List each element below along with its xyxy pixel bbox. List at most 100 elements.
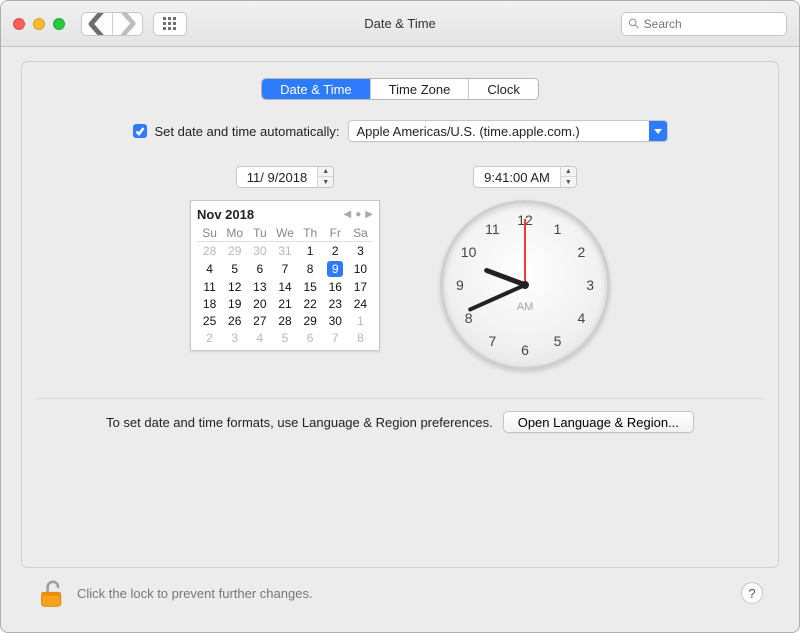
grid-icon	[162, 16, 178, 32]
chevron-right-icon	[113, 12, 142, 36]
date-step-up[interactable]: ▲	[318, 167, 333, 177]
calendar-day[interactable]: 11	[197, 278, 222, 295]
calendar-day[interactable]: 2	[197, 329, 222, 346]
search-field[interactable]	[621, 12, 787, 36]
help-button[interactable]: ?	[741, 582, 763, 604]
close-window-button[interactable]	[13, 18, 25, 30]
show-all-prefs-button[interactable]	[153, 12, 187, 36]
minimize-window-button[interactable]	[33, 18, 45, 30]
forward-button[interactable]	[112, 13, 142, 35]
date-column: 11/ 9/2018 ▲ ▼ Nov 2018 ◀ ● ▶	[190, 166, 380, 351]
calendar-day[interactable]: 12	[222, 278, 247, 295]
time-step-down[interactable]: ▼	[561, 177, 576, 187]
time-stepper: ▲ ▼	[560, 167, 576, 187]
tab-group: Date & Time Time Zone Clock	[56, 78, 744, 100]
calendar-weekday: Mo	[222, 225, 247, 242]
calendar-day[interactable]: 8	[298, 259, 323, 278]
clock-number: 7	[489, 333, 497, 349]
calendar-day[interactable]: 17	[348, 278, 373, 295]
date-field[interactable]: 11/ 9/2018 ▲ ▼	[236, 166, 334, 188]
calendar-day[interactable]: 26	[222, 312, 247, 329]
time-field[interactable]: 9:41:00 AM ▲ ▼	[473, 166, 577, 188]
calendar-day[interactable]: 25	[197, 312, 222, 329]
calendar-day[interactable]: 29	[222, 242, 247, 260]
footer-bar: Click the lock to prevent further change…	[21, 568, 779, 622]
open-language-region-button[interactable]: Open Language & Region...	[503, 411, 694, 433]
search-input[interactable]	[644, 17, 780, 31]
auto-set-row: Set date and time automatically: Apple A…	[56, 120, 744, 142]
calendar-day[interactable]: 5	[272, 329, 297, 346]
calendar-prev-month[interactable]: ◀	[344, 209, 352, 220]
tab-clock[interactable]: Clock	[468, 79, 538, 99]
calendar-day[interactable]: 6	[298, 329, 323, 346]
time-server-select[interactable]: Apple Americas/U.S. (time.apple.com.)	[348, 120, 668, 142]
calendar-day[interactable]: 15	[298, 278, 323, 295]
time-column: 9:41:00 AM ▲ ▼ 121234567891011 AM	[440, 166, 610, 370]
calendar-day[interactable]: 13	[247, 278, 272, 295]
calendar-day[interactable]: 27	[247, 312, 272, 329]
clock-number: 8	[465, 310, 473, 326]
calendar-day[interactable]: 3	[222, 329, 247, 346]
date-stepper: ▲ ▼	[317, 167, 333, 187]
calendar-day[interactable]: 30	[323, 312, 348, 329]
clock-number: 3	[586, 277, 594, 293]
back-button[interactable]	[82, 13, 112, 35]
date-time-columns: 11/ 9/2018 ▲ ▼ Nov 2018 ◀ ● ▶	[56, 166, 744, 370]
calendar-day[interactable]: 9	[323, 259, 348, 278]
auto-set-checkbox[interactable]	[133, 124, 147, 138]
tab-date-time[interactable]: Date & Time	[262, 79, 370, 99]
calendar-day[interactable]: 30	[247, 242, 272, 260]
time-server-value: Apple Americas/U.S. (time.apple.com.)	[349, 124, 649, 139]
time-step-up[interactable]: ▲	[561, 167, 576, 177]
prefs-window: Date & Time Date & Time Time Zone Clock …	[0, 0, 800, 633]
calendar-nav: ◀ ● ▶	[344, 209, 373, 220]
calendar-weekday: Tu	[247, 225, 272, 242]
date-step-down[interactable]: ▼	[318, 177, 333, 187]
nav-buttons	[81, 12, 143, 36]
calendar-day[interactable]: 29	[298, 312, 323, 329]
calendar-day[interactable]: 16	[323, 278, 348, 295]
calendar-day[interactable]: 6	[247, 259, 272, 278]
calendar-day[interactable]: 20	[247, 295, 272, 312]
calendar-day[interactable]: 18	[197, 295, 222, 312]
calendar-day[interactable]: 3	[348, 242, 373, 260]
zoom-window-button[interactable]	[53, 18, 65, 30]
auto-set-label: Set date and time automatically:	[155, 124, 340, 139]
calendar-day[interactable]: 10	[348, 259, 373, 278]
calendar-day[interactable]: 7	[323, 329, 348, 346]
chevron-down-icon	[649, 121, 667, 141]
calendar-day[interactable]: 22	[298, 295, 323, 312]
calendar-day[interactable]: 14	[272, 278, 297, 295]
calendar-day[interactable]: 19	[222, 295, 247, 312]
calendar-day[interactable]: 4	[247, 329, 272, 346]
time-value: 9:41:00 AM	[474, 170, 560, 185]
clock-number: 5	[554, 333, 562, 349]
window-controls	[13, 18, 65, 30]
clock-number: 4	[577, 310, 585, 326]
calendar-day[interactable]: 7	[272, 259, 297, 278]
date-value: 11/ 9/2018	[237, 170, 317, 185]
lock-button[interactable]	[37, 576, 67, 610]
clock-number: 1	[554, 221, 562, 237]
calendar-day[interactable]: 21	[272, 295, 297, 312]
calendar-weekday: Sa	[348, 225, 373, 242]
calendar-day[interactable]: 1	[348, 312, 373, 329]
calendar-day[interactable]: 5	[222, 259, 247, 278]
calendar-day[interactable]: 24	[348, 295, 373, 312]
calendar-day[interactable]: 23	[323, 295, 348, 312]
clock-center-pin	[521, 281, 529, 289]
calendar-today[interactable]: ●	[355, 209, 361, 220]
calendar-day[interactable]: 1	[298, 242, 323, 260]
calendar: Nov 2018 ◀ ● ▶ SuMoTuWeThFrSa 2829303112…	[190, 200, 380, 351]
clock-number: 10	[461, 244, 477, 260]
calendar-day[interactable]: 2	[323, 242, 348, 260]
calendar-day[interactable]: 28	[272, 312, 297, 329]
clock-number: 6	[521, 342, 529, 358]
calendar-day[interactable]: 28	[197, 242, 222, 260]
calendar-day[interactable]: 4	[197, 259, 222, 278]
calendar-weekday: We	[272, 225, 297, 242]
calendar-next-month[interactable]: ▶	[365, 209, 373, 220]
tab-time-zone[interactable]: Time Zone	[370, 79, 469, 99]
calendar-day[interactable]: 8	[348, 329, 373, 346]
calendar-day[interactable]: 31	[272, 242, 297, 260]
